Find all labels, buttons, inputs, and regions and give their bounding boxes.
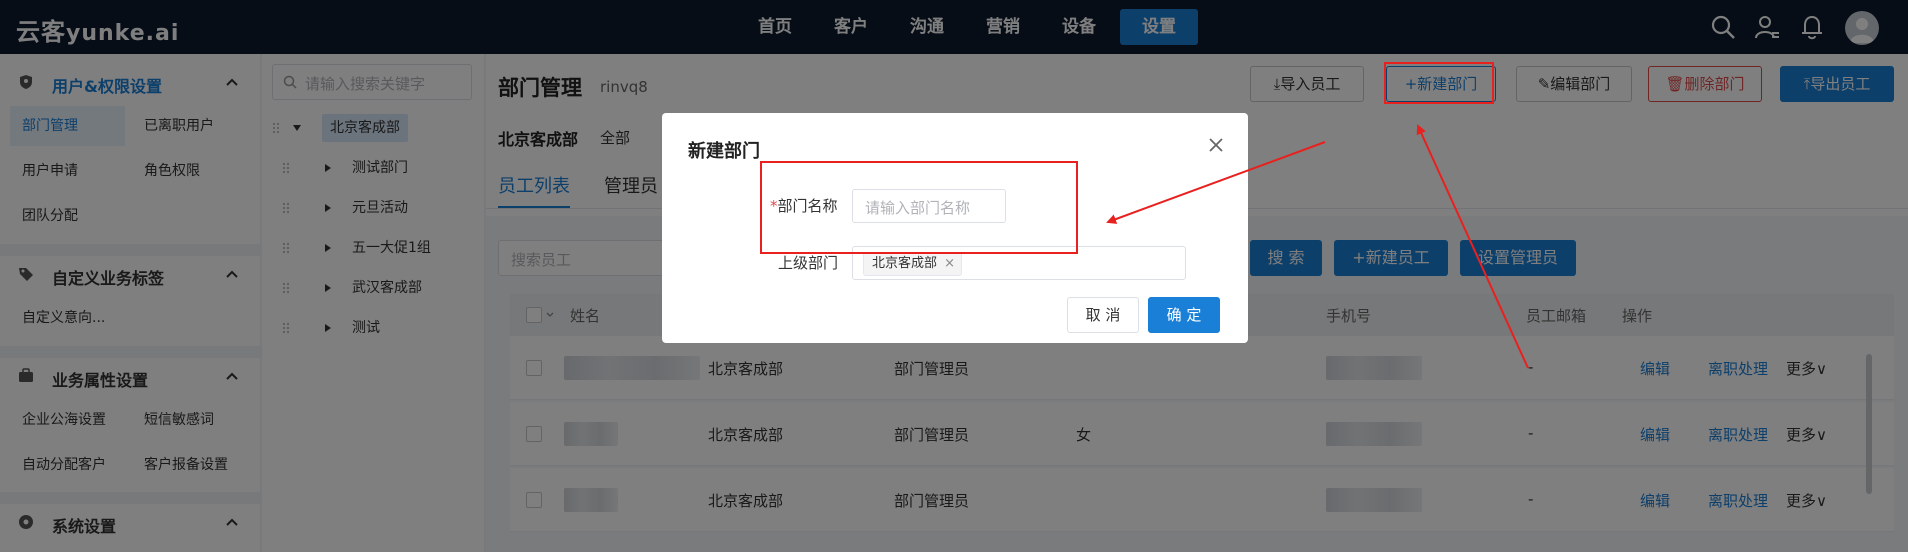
tag-label: 北京客成部 <box>872 256 938 271</box>
parent-department-label: 上级部门 <box>778 254 839 272</box>
close-icon[interactable] <box>1206 135 1226 155</box>
annotation-highlight-new-department <box>1384 62 1494 104</box>
new-department-dialog: 新建部门 *部门名称 请输入部门名称 上级部门 北京客成部 × 取 消 确 定 <box>662 113 1248 343</box>
cancel-button[interactable]: 取 消 <box>1067 297 1139 333</box>
selected-department-tag: 北京客成部 × <box>863 252 963 276</box>
confirm-button[interactable]: 确 定 <box>1148 297 1220 333</box>
dialog-title: 新建部门 <box>688 141 760 162</box>
annotation-highlight-form <box>760 161 1078 254</box>
tag-remove-icon[interactable]: × <box>944 253 955 275</box>
